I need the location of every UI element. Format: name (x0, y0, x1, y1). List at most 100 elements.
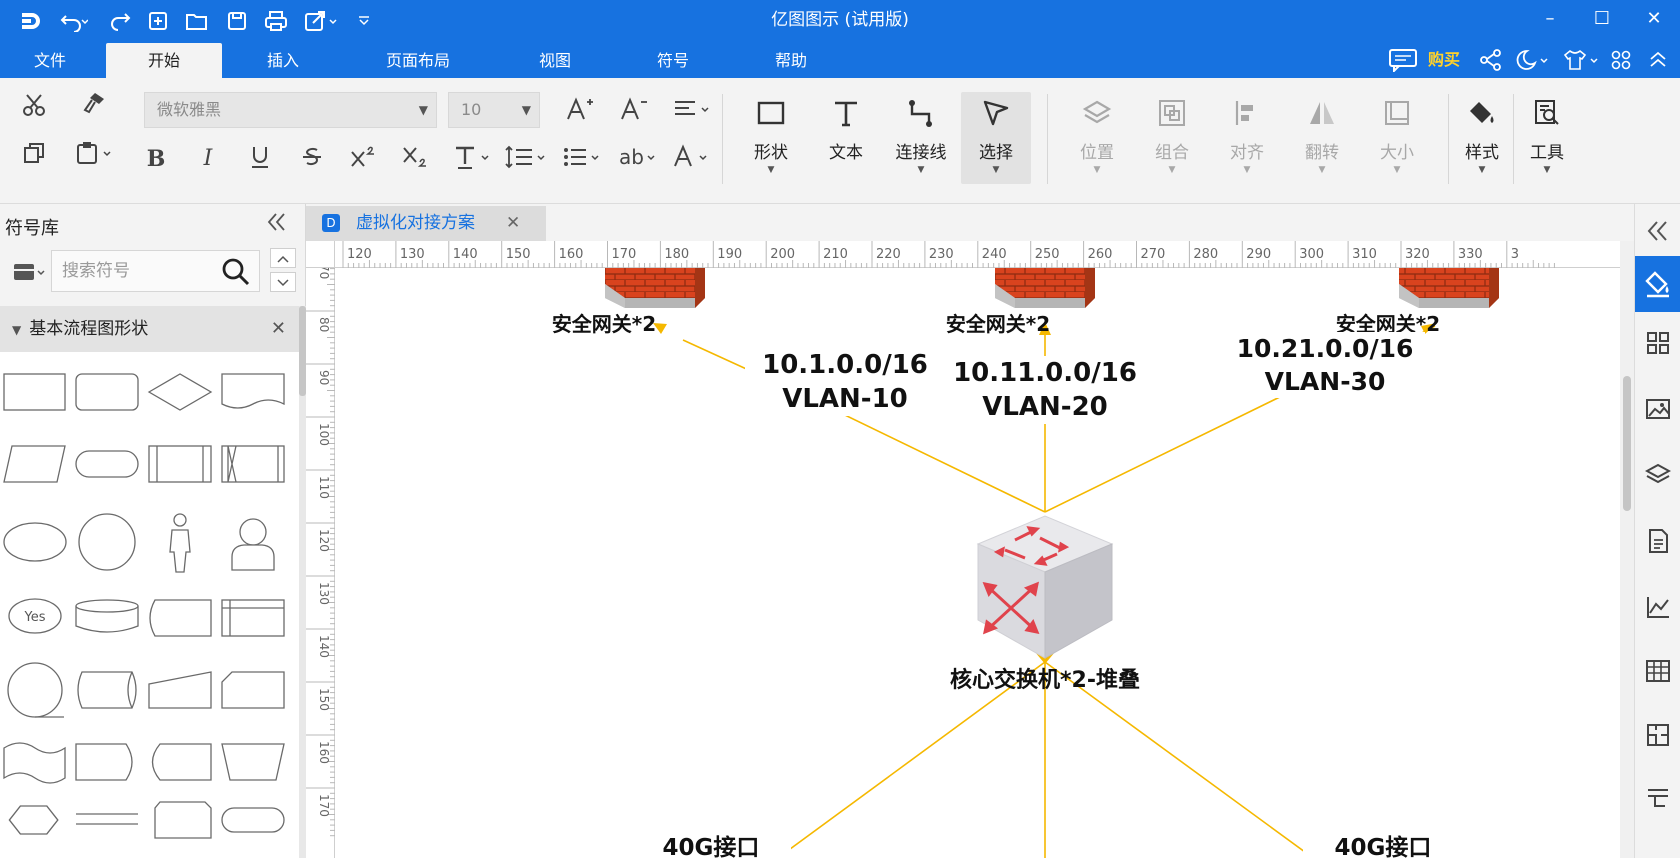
share-icon[interactable] (1476, 41, 1506, 78)
flip-button[interactable]: 翻转 ▼ (1287, 92, 1357, 184)
image-icon[interactable] (1635, 382, 1680, 438)
shape-circle[interactable] (78, 513, 136, 571)
vlan30-label[interactable]: 10.21.0.0/16 VLAN-30 (1225, 332, 1425, 398)
font-size-select[interactable]: 10 ▼ (448, 92, 540, 128)
firewall-icon[interactable] (995, 268, 1095, 308)
table-icon[interactable] (1635, 646, 1680, 702)
close-icon[interactable]: ✕ (1630, 0, 1678, 41)
gateway-label[interactable]: 安全网关*2 (519, 308, 689, 337)
print-icon[interactable] (258, 0, 294, 41)
library-scrollbar-thumb[interactable] (299, 306, 306, 396)
underline-icon[interactable] (240, 144, 280, 176)
superscript-icon[interactable] (344, 144, 384, 176)
scroll-down-button[interactable] (270, 272, 296, 292)
text-tool-button[interactable]: 文本 (811, 92, 881, 184)
shape-pill[interactable] (221, 807, 285, 833)
grid-icon[interactable] (1635, 316, 1680, 372)
collapse-left-icon[interactable] (266, 210, 288, 240)
close-section-icon[interactable]: ✕ (271, 306, 286, 352)
library-scrollbar[interactable] (299, 306, 306, 858)
shape-user[interactable] (231, 518, 275, 571)
library-menu-icon[interactable] (12, 260, 48, 288)
canvas-scrollbar[interactable] (1620, 241, 1634, 858)
shape-manual-input[interactable] (148, 671, 212, 709)
shape-preparation[interactable] (8, 805, 59, 835)
position-button[interactable]: 位置 ▼ (1062, 92, 1132, 184)
shape-ellipse[interactable] (3, 522, 67, 562)
buy-link[interactable]: 购买 (1428, 41, 1460, 78)
copy-icon[interactable] (14, 140, 54, 172)
menu-symbol[interactable]: 符号 (618, 43, 728, 78)
search-icon[interactable] (221, 257, 251, 302)
collapse-right-icon[interactable] (1635, 204, 1680, 260)
cut-icon[interactable] (14, 92, 54, 124)
shape-parallel-mode[interactable] (76, 813, 138, 825)
gateway-label[interactable]: 安全网关*2 (913, 308, 1083, 337)
apps-icon[interactable] (1606, 41, 1636, 78)
menu-file[interactable]: 文件 (0, 43, 100, 78)
scroll-up-button[interactable] (270, 248, 296, 268)
fill-style-icon[interactable] (1635, 256, 1680, 312)
vlan10-label[interactable]: 10.1.0.0/16 VLAN-10 (745, 348, 945, 416)
close-tab-icon[interactable]: ✕ (506, 206, 520, 241)
subscript-icon[interactable] (396, 144, 436, 176)
shape-tape[interactable] (3, 742, 66, 784)
export-icon[interactable] (300, 0, 344, 41)
maximize-icon[interactable]: ☐ (1578, 0, 1626, 41)
menu-insert[interactable]: 插入 (228, 43, 338, 78)
collapse-ribbon-icon[interactable] (1640, 41, 1676, 78)
shape-predefined-process[interactable] (148, 445, 212, 483)
open-icon[interactable] (180, 0, 214, 41)
drawing-canvas[interactable]: 安全网关*2 安全网关*2 安全网关*2 10.1.0.0/16 VLAN-10… (335, 268, 1620, 858)
undo-icon[interactable] (54, 0, 94, 41)
format-painter-icon[interactable] (74, 90, 114, 122)
shape-card-punched[interactable] (221, 671, 285, 709)
size-button[interactable]: 大小 ▼ (1362, 92, 1432, 184)
menu-help[interactable]: 帮助 (736, 43, 846, 78)
connector-line-vlan10-upper[interactable] (682, 339, 754, 373)
shape-process[interactable] (3, 373, 66, 411)
menu-view[interactable]: 视图 (500, 43, 610, 78)
customize-icon[interactable] (352, 0, 376, 41)
text-align-icon[interactable] (668, 96, 716, 128)
core-switch-icon[interactable] (976, 515, 1114, 659)
canvas-scrollbar-thumb[interactable] (1623, 376, 1631, 511)
new-icon[interactable] (142, 0, 174, 41)
document-tab[interactable]: D 虚拟化对接方案 ✕ (306, 206, 546, 241)
theme-icon[interactable] (1512, 41, 1552, 78)
font-family-select[interactable]: 微软雅黑 ▼ (144, 92, 437, 128)
shape-actor[interactable] (169, 513, 191, 573)
menu-home[interactable]: 开始 (106, 43, 222, 78)
shape-sequential-data[interactable] (7, 662, 64, 718)
font-color-icon[interactable] (668, 144, 716, 176)
bullet-list-icon[interactable] (558, 144, 606, 176)
shape-document[interactable] (221, 373, 285, 409)
floorplan-icon[interactable] (1635, 712, 1680, 768)
minimize-icon[interactable]: – (1526, 0, 1574, 41)
vlan20-label[interactable]: 10.11.0.0/16 VLAN-20 (935, 356, 1155, 424)
shape-delay[interactable] (75, 743, 133, 781)
interface-label[interactable]: 40G接口 (631, 828, 791, 858)
menu-page-layout[interactable]: 页面布局 (358, 43, 478, 78)
logo-icon[interactable] (14, 0, 48, 41)
shape-decision[interactable] (147, 373, 213, 411)
shape-rounded-rectangle[interactable] (75, 373, 139, 411)
line-spacing-icon[interactable] (500, 144, 552, 176)
style-button[interactable]: 样式 ▼ (1448, 92, 1516, 184)
section-basic-flowchart[interactable]: ▼ 基本流程图形状 ✕ (0, 306, 300, 352)
bold-icon[interactable]: B (136, 146, 176, 172)
tools-button[interactable]: 工具 ▼ (1515, 92, 1579, 184)
paste-icon[interactable] (70, 140, 118, 172)
shape-card[interactable] (221, 599, 285, 637)
save-icon[interactable] (220, 0, 254, 41)
italic-icon[interactable]: I (188, 146, 228, 171)
shape-direct-data[interactable] (77, 671, 137, 709)
interface-label[interactable]: 40G接口 (1303, 828, 1463, 858)
skin-icon[interactable] (1560, 41, 1602, 78)
align-button[interactable]: 对齐 ▼ (1212, 92, 1282, 184)
shape-database[interactable] (75, 599, 139, 633)
group-button[interactable]: 组合 ▼ (1137, 92, 1207, 184)
search-symbol-input[interactable]: 搜索符号 (51, 250, 260, 292)
shape-manual-operation[interactable] (221, 743, 285, 781)
shape-display[interactable] (151, 743, 212, 781)
